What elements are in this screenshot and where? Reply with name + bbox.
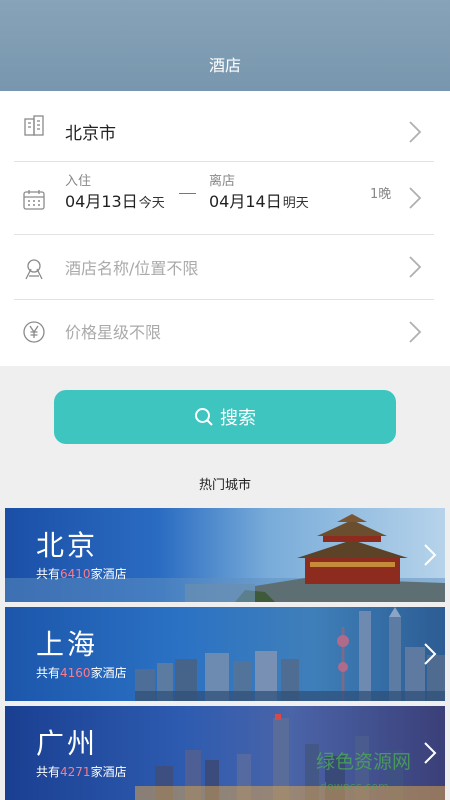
checkin-day: 今天 <box>138 196 165 211</box>
watermark-logo: 绿色资源网 downcc.com <box>316 751 411 793</box>
checkin-label: 入住 <box>65 174 92 189</box>
count-prefix: 共有 <box>36 765 61 779</box>
city-card-shanghai[interactable]: 上海 共有4160家酒店 <box>5 607 445 701</box>
hot-cities-title: 热门城市 <box>198 478 251 493</box>
count-suffix: 家酒店 <box>90 765 127 779</box>
page-title: 酒店 <box>208 56 241 75</box>
count-suffix: 家酒店 <box>90 666 127 680</box>
count-number: 4271 <box>60 765 91 779</box>
hotel-count: 共有4160家酒店 <box>36 664 127 681</box>
hotel-name-placeholder: 酒店名称/位置不限 <box>65 259 199 278</box>
date-separator <box>179 193 196 194</box>
city-name: 北京 <box>36 529 99 562</box>
chevron-right-icon <box>424 544 437 566</box>
nights-count: 1晚 <box>370 187 392 202</box>
price-star-field[interactable]: 价格星级不限 <box>14 300 434 365</box>
building-icon <box>24 115 44 136</box>
hotel-name-field[interactable]: 酒店名称/位置不限 <box>14 235 434 300</box>
checkin-date[interactable]: 04月13日今天 <box>65 188 165 212</box>
chevron-right-icon <box>424 643 437 665</box>
count-number: 4160 <box>60 666 91 680</box>
chevron-right-icon <box>409 187 422 209</box>
svg-text:绿色资源网: 绿色资源网 <box>316 751 411 773</box>
search-icon <box>195 408 213 426</box>
location-icon <box>25 259 43 280</box>
city-card-beijing[interactable]: 北京 共有6410家酒店 <box>5 508 445 602</box>
count-prefix: 共有 <box>36 567 61 581</box>
chevron-right-icon <box>409 121 422 143</box>
checkin-date-value: 04月13日 <box>65 192 138 211</box>
app-header: 酒店 <box>0 0 450 91</box>
search-label: 搜索 <box>220 408 256 429</box>
checkout-label: 离店 <box>209 174 236 189</box>
chevron-right-icon <box>409 256 422 278</box>
city-value: 北京市 <box>65 124 116 144</box>
hotel-count: 共有4271家酒店 <box>36 763 127 780</box>
price-placeholder: 价格星级不限 <box>65 323 162 342</box>
chevron-right-icon <box>409 321 422 343</box>
checkout-date[interactable]: 04月14日明天 <box>209 188 309 212</box>
search-button-content: 搜索 <box>54 404 396 430</box>
search-button[interactable]: 搜索 <box>54 390 396 444</box>
checkout-date-value: 04月14日 <box>209 192 282 211</box>
city-name: 广州 <box>36 727 99 760</box>
count-number: 6410 <box>60 567 91 581</box>
count-prefix: 共有 <box>36 666 61 680</box>
checkout-day: 明天 <box>282 196 309 211</box>
svg-text:downcc.com: downcc.com <box>320 780 389 793</box>
calendar-icon <box>23 190 45 210</box>
hotel-search-form: 北京市 入住 04月13日今天 离店 04月14日明天 1晚 酒店名称/位置不限… <box>0 91 450 366</box>
city-name: 上海 <box>36 628 99 661</box>
count-suffix: 家酒店 <box>90 567 127 581</box>
hotel-count: 共有6410家酒店 <box>36 565 127 582</box>
city-selector[interactable]: 北京市 <box>14 91 434 162</box>
date-selector[interactable]: 入住 04月13日今天 离店 04月14日明天 1晚 <box>14 162 434 235</box>
yen-icon <box>23 321 45 343</box>
